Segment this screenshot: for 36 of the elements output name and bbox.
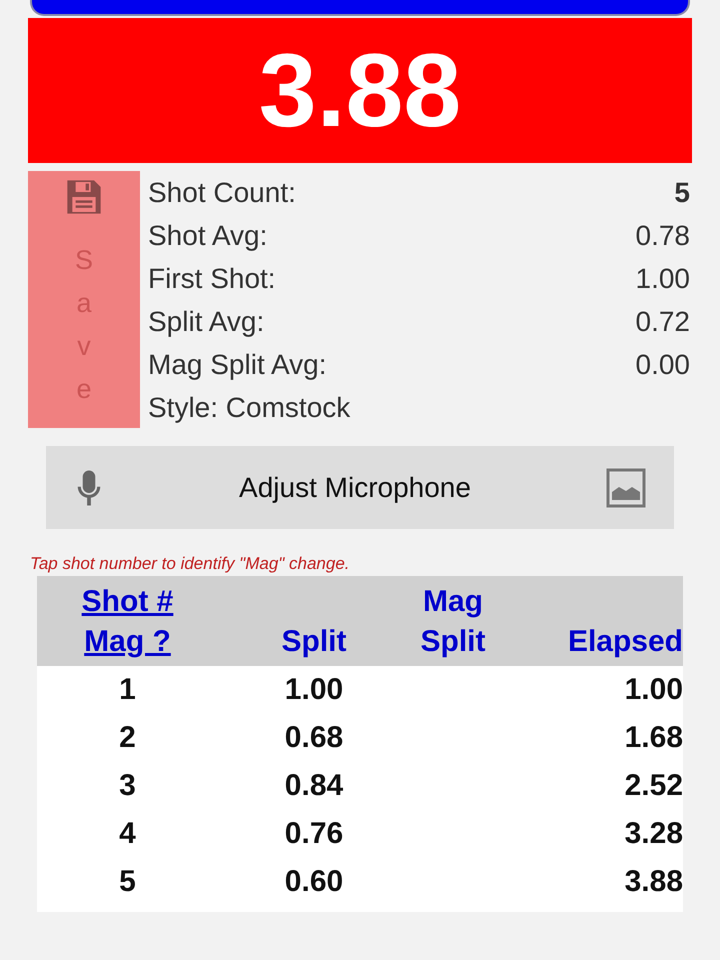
column-header: Elapsed [566,624,683,660]
elapsed-cell-text: 3.88 [624,864,683,900]
elapsed-cell-text: 3.28 [624,816,683,852]
split-cell-text: 0.76 [284,816,344,852]
column-header: Split [280,624,348,660]
shot-number-cell[interactable]: 1 [37,666,218,714]
timer-value: 3.88 [258,38,462,142]
stat-value: 1.00 [636,262,690,294]
column-header-link[interactable]: Mag ? [37,622,218,662]
stat-label: Shot Count: [148,176,296,208]
stat-label: First Shot: [148,262,276,294]
column-header-link[interactable]: Shot # [37,582,218,622]
stat-label: Shot Avg: [148,220,268,252]
shot-number-cell[interactable]: 2 [37,714,218,762]
stat-label: Split Avg: [148,306,264,338]
elapsed-cell-text: 1.68 [624,720,683,756]
stat-value: 0.00 [636,348,690,380]
shot-number-cell[interactable]: 4 [37,810,218,858]
split-cell-text: 0.68 [284,720,344,756]
split-cell-text: 0.84 [284,768,344,804]
stat-value: 0.78 [636,220,690,252]
shot-number-cell[interactable]: 5 [37,858,218,906]
adjust-microphone-button[interactable]: Adjust Microphone [46,446,674,529]
image-icon [606,468,646,508]
stat-value: 0.72 [636,306,690,338]
hint-text: Tap shot number to identify "Mag" change. [30,553,351,575]
stat-value: 5 [674,176,690,208]
elapsed-cell-text: 2.52 [624,768,683,804]
split-cell-text: 1.00 [284,672,344,708]
stat-label: Style: Comstock [148,392,350,424]
stat-label: Mag Split Avg: [148,348,326,380]
split-cell-text: 0.60 [284,864,344,900]
column-header: Mag [422,584,484,620]
column-header: Split [420,624,486,660]
shot-number-cell[interactable]: 3 [37,762,218,810]
elapsed-cell-text: 1.00 [624,672,683,708]
